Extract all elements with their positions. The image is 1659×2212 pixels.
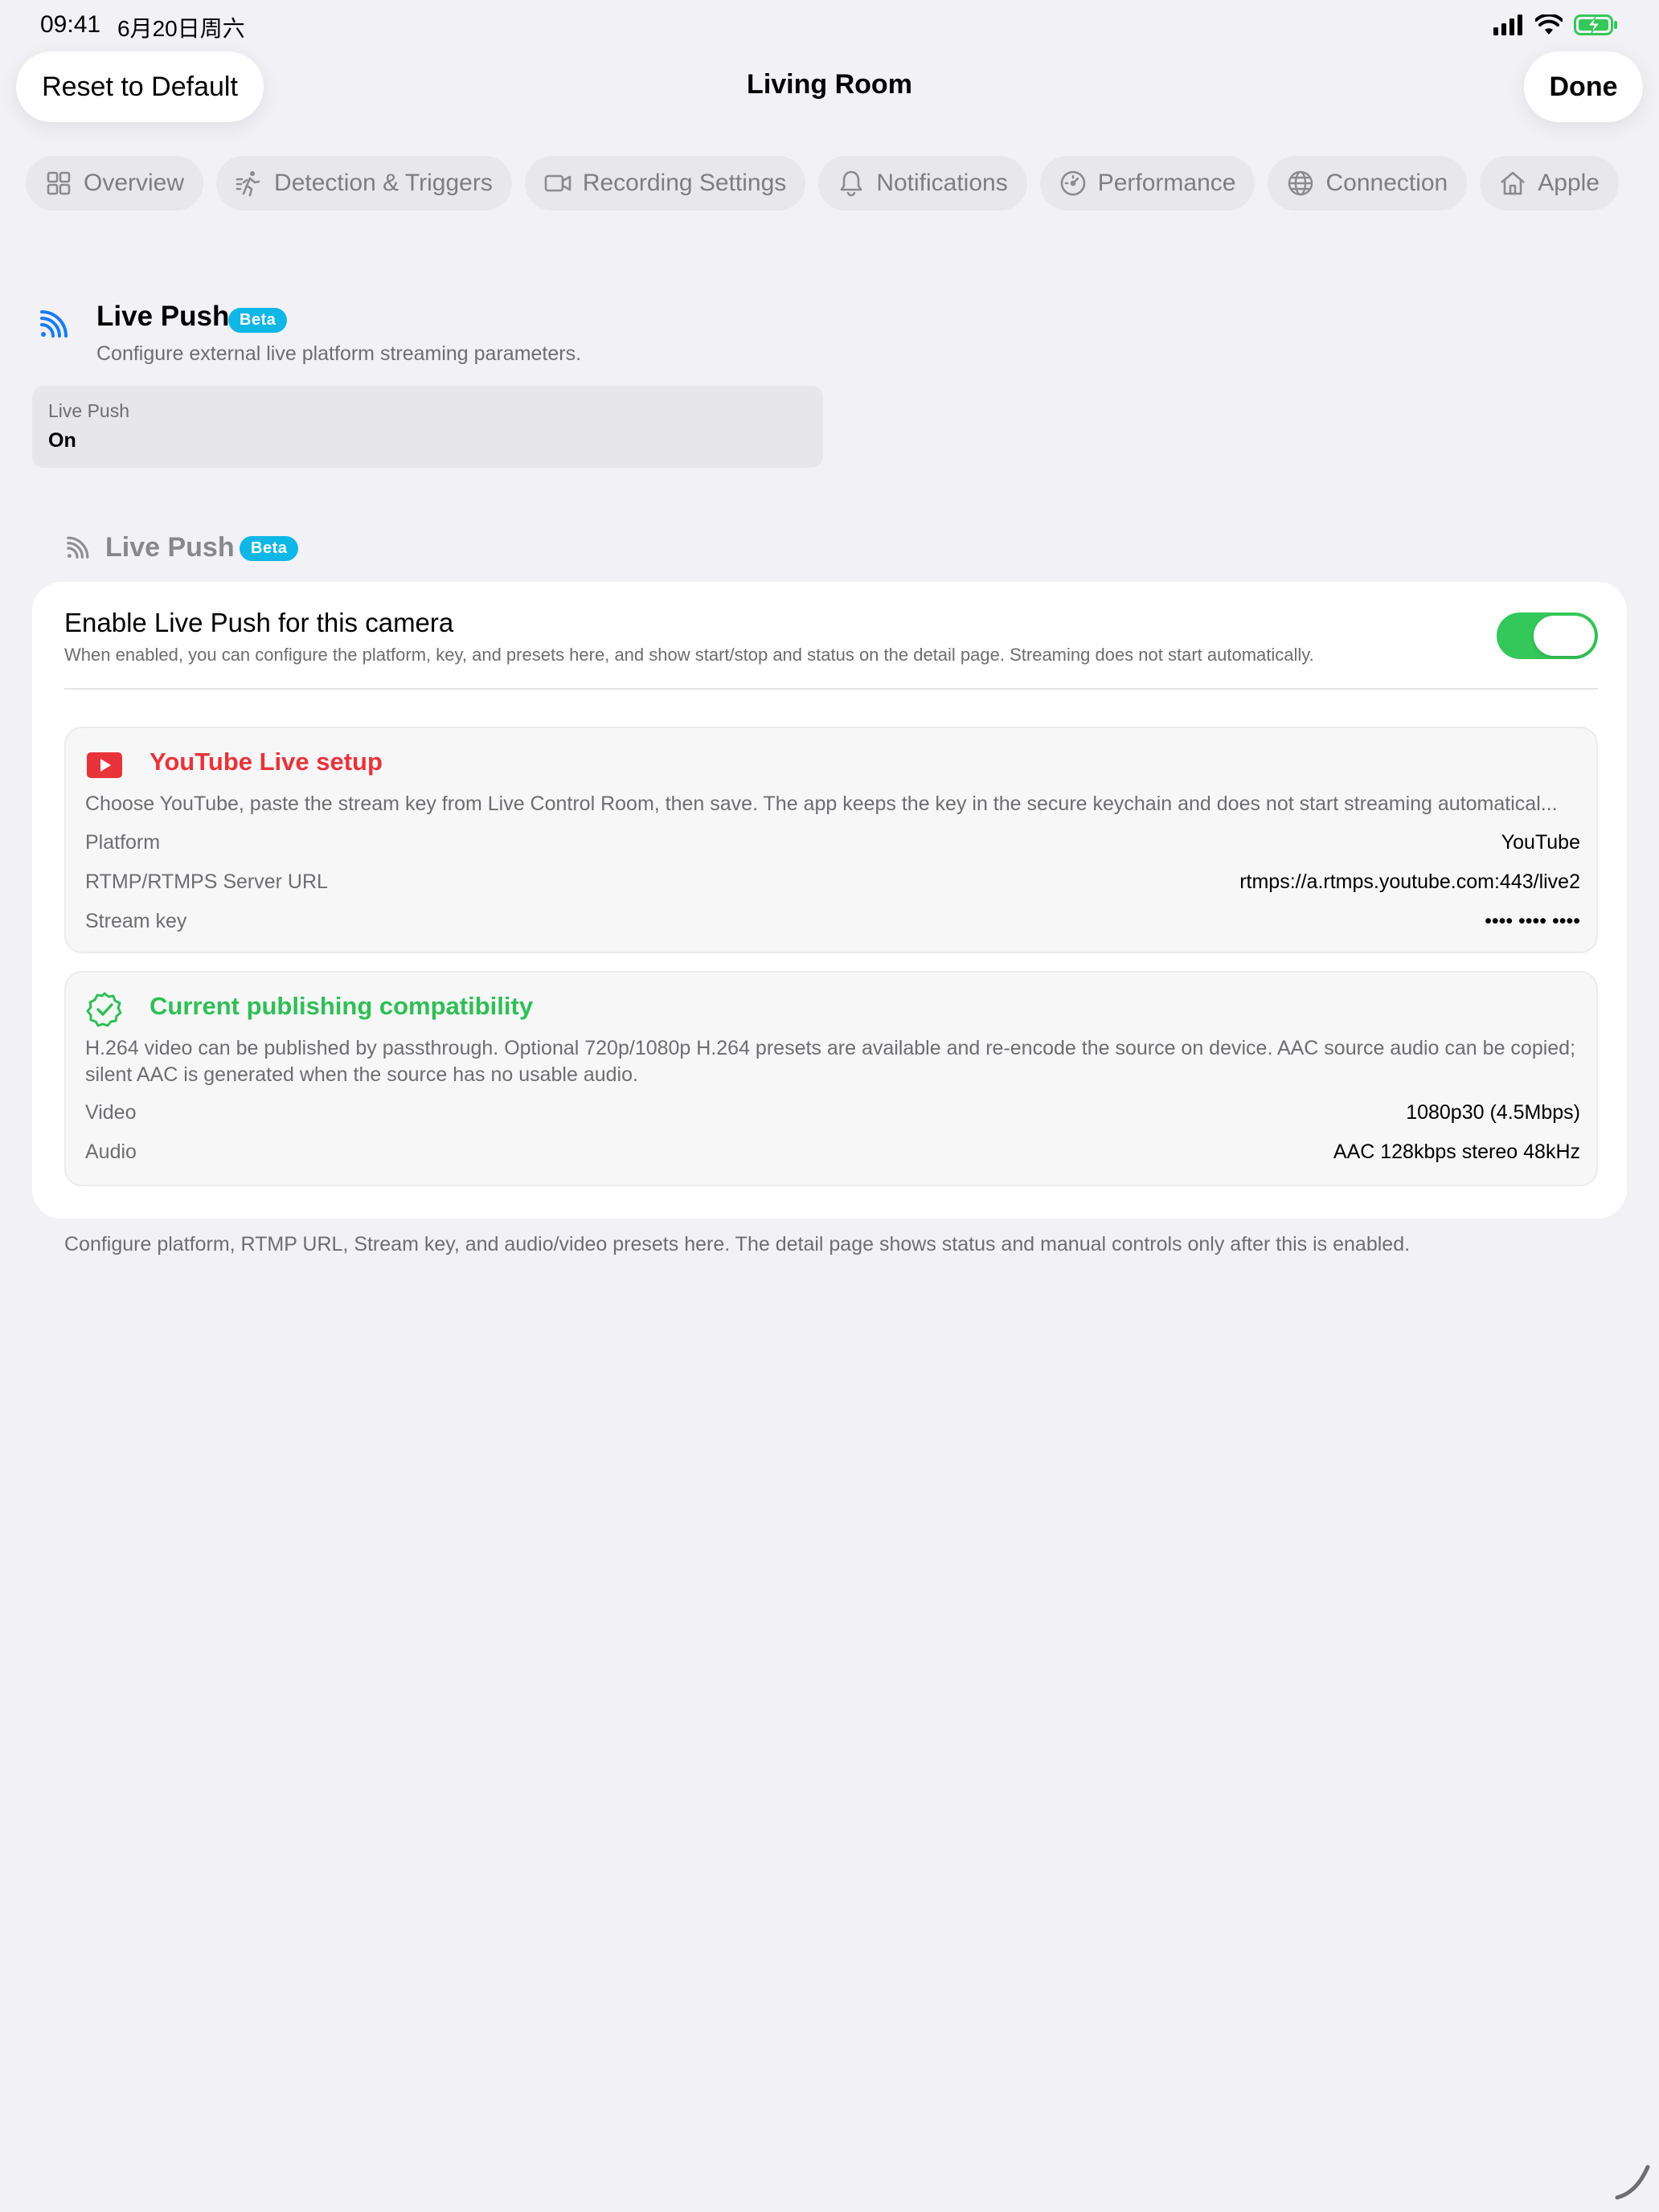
footer-note: Configure platform, RTMP URL, Stream key…: [64, 1233, 1411, 1256]
compatibility-title: Current publishing compatibility: [150, 992, 534, 1020]
tab-connection[interactable]: Connection: [1268, 156, 1468, 211]
enable-live-push-description: When enabled, you can configure the plat…: [64, 645, 1314, 665]
beta-badge: Beta: [240, 536, 299, 561]
running-person-icon: [236, 171, 260, 197]
audio-row: Audio AAC 128kbps stereo 48kHz: [85, 1141, 1580, 1168]
globe-icon: [1288, 170, 1313, 196]
tab-label: Performance: [1097, 170, 1236, 196]
settings-tabs: Overview Detection & Triggers Recording …: [26, 156, 1619, 211]
tab-label: Connection: [1325, 170, 1448, 196]
settings-page: 09:41 6月20日周六 Reset to Default Living Ro…: [0, 0, 1659, 2212]
publishing-compatibility-panel: Current publishing compatibility H.264 v…: [64, 971, 1598, 1186]
stream-key-label: Stream key: [85, 910, 187, 932]
tab-label: Recording Settings: [582, 170, 787, 196]
compatibility-description: H.264 video can be published by passthro…: [85, 1037, 1576, 1086]
tab-apple[interactable]: Apple: [1480, 156, 1619, 211]
battery-charging-icon: [1574, 14, 1617, 35]
status-time: 09:41: [40, 11, 101, 38]
server-url-label: RTMP/RTMPS Server URL: [85, 870, 328, 893]
stream-key-value: •••• •••• ••••: [1485, 910, 1580, 932]
platform-label: Platform: [85, 831, 161, 854]
youtube-setup-panel: YouTube Live setup Choose YouTube, paste…: [64, 727, 1598, 953]
tab-label: Apple: [1538, 170, 1600, 196]
gauge-icon: [1060, 170, 1086, 196]
video-row: Video 1080p30 (4.5Mbps): [85, 1101, 1580, 1129]
bell-icon: [841, 170, 862, 197]
home-icon: [1501, 171, 1526, 195]
tab-label: Overview: [84, 170, 185, 196]
live-push-summary: Live Push On: [32, 386, 823, 468]
done-button[interactable]: Done: [1524, 51, 1643, 122]
enable-live-push-label: Enable Live Push for this camera: [64, 608, 454, 637]
audio-label: Audio: [85, 1141, 137, 1163]
live-broadcast-icon: [67, 536, 89, 559]
video-value: 1080p30 (4.5Mbps): [1406, 1101, 1580, 1124]
grid-icon: [47, 171, 71, 195]
live-broadcast-icon: [40, 310, 68, 338]
enable-live-push-toggle[interactable]: [1497, 612, 1598, 659]
video-camera-icon: [544, 174, 571, 192]
audio-value: AAC 128kbps stereo 48kHz: [1333, 1141, 1580, 1163]
divider: [64, 688, 1598, 690]
live-push-card: Enable Live Push for this camera When en…: [32, 582, 1627, 1219]
status-date: 6月20日周六: [117, 16, 245, 41]
video-label: Video: [85, 1101, 137, 1124]
cellular-signal-icon: [1493, 14, 1522, 35]
section-title: Live Push: [96, 301, 230, 332]
tab-performance[interactable]: Performance: [1039, 156, 1256, 211]
tab-overview[interactable]: Overview: [26, 156, 204, 211]
platform-value: YouTube: [1501, 831, 1580, 854]
server-url-row[interactable]: RTMP/RTMPS Server URL rtmps://a.rtmps.yo…: [85, 870, 1580, 898]
stream-key-row[interactable]: Stream key •••• •••• ••••: [85, 910, 1580, 937]
summary-label: Live Push: [48, 400, 130, 421]
tab-label: Notifications: [876, 170, 1008, 196]
tab-recording-settings[interactable]: Recording Settings: [524, 156, 806, 211]
tab-notifications[interactable]: Notifications: [818, 156, 1027, 211]
youtube-setup-description: Choose YouTube, paste the stream key fro…: [85, 793, 1558, 815]
summary-value: On: [48, 429, 76, 452]
tab-detection-triggers[interactable]: Detection & Triggers: [216, 156, 512, 211]
platform-row[interactable]: Platform YouTube: [85, 831, 1580, 858]
page-title: Living Room: [747, 69, 912, 100]
wifi-icon: [1535, 14, 1563, 35]
checkmark-seal-icon: [86, 992, 122, 1027]
youtube-setup-title: YouTube Live setup: [150, 748, 383, 776]
status-icons: [1493, 14, 1619, 35]
server-url-value: rtmps://a.rtmps.youtube.com:443/live2: [1239, 870, 1580, 893]
youtube-play-icon: [87, 752, 122, 778]
toggle-knob: [1534, 616, 1595, 656]
beta-badge: Beta: [228, 308, 288, 333]
section-description: Configure external live platform streami…: [96, 342, 582, 365]
resize-handle-icon[interactable]: [1612, 2161, 1654, 2202]
group-title: Live Push: [105, 532, 235, 563]
tab-label: Detection & Triggers: [274, 170, 493, 196]
